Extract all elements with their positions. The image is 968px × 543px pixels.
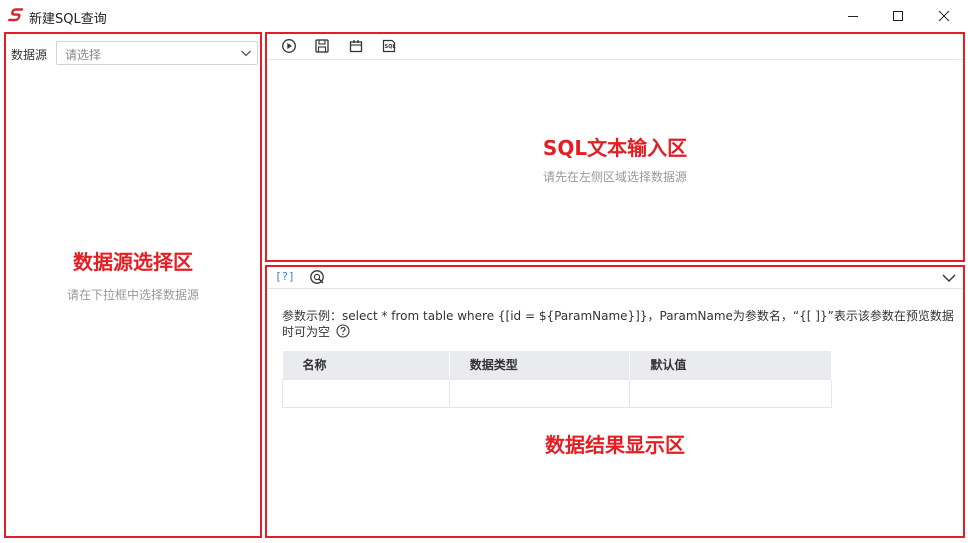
minimize-icon bbox=[848, 15, 858, 17]
maximize-button[interactable] bbox=[875, 0, 921, 31]
window-title: 新建SQL查询 bbox=[29, 12, 107, 27]
chevron-down-icon bbox=[241, 50, 251, 57]
datasource-hint: 请在下拉框中选择数据源 bbox=[66, 288, 199, 302]
table-cell[interactable] bbox=[448, 378, 631, 408]
sql-area-title: SQL文本输入区 bbox=[542, 136, 688, 160]
help-circle-icon[interactable] bbox=[336, 324, 350, 338]
result-panel: [?] 参数示例：select * from table where {[id … bbox=[265, 265, 965, 538]
minimize-button[interactable] bbox=[830, 0, 876, 31]
table-row[interactable] bbox=[282, 378, 832, 408]
calendar-icon[interactable] bbox=[348, 38, 364, 54]
sql-input-panel: SQL SQL文本输入区 请先在左侧区域选择数据源 bbox=[265, 32, 965, 262]
datasource-select-placeholder: 请选择 bbox=[65, 48, 102, 62]
column-header-type: 数据类型 bbox=[449, 351, 631, 379]
datasource-panel: 数据源 请选择 数据源选择区 请在下拉框中选择数据源 bbox=[4, 32, 262, 538]
save-icon[interactable] bbox=[314, 38, 330, 54]
datasource-select[interactable]: 请选择 bbox=[56, 41, 258, 65]
table-cell[interactable] bbox=[282, 378, 450, 408]
chevron-down-icon[interactable] bbox=[941, 270, 957, 286]
result-toolbar: [?] bbox=[267, 267, 963, 289]
maximize-icon bbox=[893, 10, 903, 21]
param-help-button[interactable]: [?] bbox=[275, 270, 295, 283]
preview-icon[interactable] bbox=[309, 269, 325, 285]
close-button[interactable] bbox=[921, 0, 967, 31]
svg-text:SQL: SQL bbox=[385, 44, 397, 50]
sql-hint: 请先在左侧区域选择数据源 bbox=[542, 170, 687, 184]
result-area-title: 数据结果显示区 bbox=[545, 433, 685, 457]
title-bar: 新建SQL查询 bbox=[0, 0, 968, 31]
param-example: 参数示例：select * from table where {[id = ${… bbox=[282, 308, 962, 340]
run-icon[interactable] bbox=[281, 38, 297, 54]
table-header-row: 名称 数据类型 默认值 bbox=[282, 351, 832, 379]
param-example-text: 参数示例：select * from table where {[id = ${… bbox=[282, 309, 954, 339]
datasource-area-title: 数据源选择区 bbox=[73, 250, 193, 274]
datasource-label: 数据源 bbox=[11, 48, 48, 62]
sql-query-window: 新建SQL查询 数据源 请选择 数据源选择区 请在下拉框中选择数据源 SQL S… bbox=[0, 0, 968, 543]
sql-toolbar: SQL bbox=[267, 34, 963, 60]
table-cell[interactable] bbox=[629, 378, 832, 408]
app-logo-icon bbox=[8, 8, 24, 22]
close-icon bbox=[938, 10, 950, 21]
sql-format-icon[interactable]: SQL bbox=[381, 38, 397, 54]
param-table: 名称 数据类型 默认值 bbox=[282, 351, 832, 408]
column-header-default: 默认值 bbox=[629, 351, 832, 379]
column-header-name: 名称 bbox=[282, 351, 450, 379]
